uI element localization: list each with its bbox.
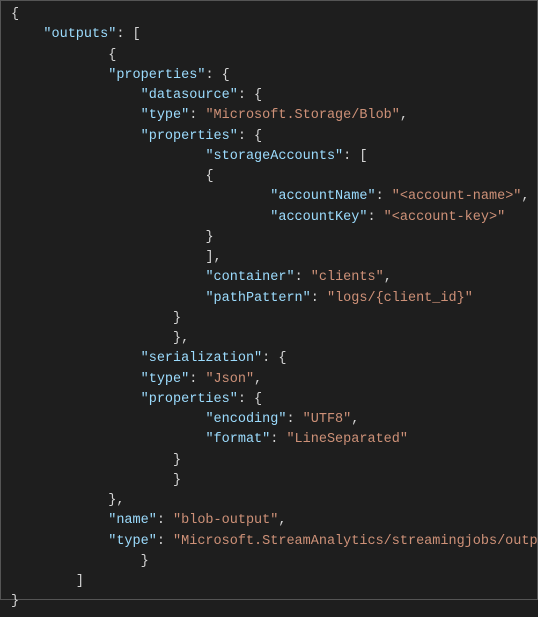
code-line: "format": "LineSeparated" [11,430,527,450]
json-punct: } [141,554,149,569]
json-key: "properties" [141,392,238,407]
json-punct: : { [238,88,262,103]
code-line: { [11,46,527,66]
json-punct: : [189,108,205,123]
code-line: } [11,471,527,491]
code-line: "properties": { [11,390,527,410]
code-line: "properties": { [11,127,527,147]
code-line: "properties": { [11,66,527,86]
json-key: "storageAccounts" [205,149,343,164]
code-line: "type": "Microsoft.StreamAnalytics/strea… [11,532,527,552]
code-line: "serialization": { [11,349,527,369]
json-punct: : { [238,392,262,407]
json-punct: , [384,270,392,285]
code-line: "accountKey": "<account-key>" [11,208,527,228]
json-string: "<account-key>" [384,210,506,225]
json-punct: , [278,513,286,528]
code-line: { [11,167,527,187]
json-punct: } [173,473,181,488]
json-key: "datasource" [141,88,238,103]
code-line: ], [11,248,527,268]
json-string: "clients" [311,270,384,285]
code-line: "pathPattern": "logs/{client_id}" [11,289,527,309]
json-punct: ], [205,250,221,265]
code-line: "accountName": "<account-name>", [11,187,527,207]
code-line: "storageAccounts": [ [11,147,527,167]
json-key: "properties" [108,68,205,83]
json-string: "Microsoft.Storage/Blob" [205,108,399,123]
code-line: } [11,592,527,612]
json-punct: } [173,311,181,326]
json-punct: , [254,372,262,387]
json-punct: : [157,513,173,528]
code-line: } [11,228,527,248]
json-key: "type" [108,534,157,549]
json-key: "properties" [141,129,238,144]
json-string: "blob-output" [173,513,278,528]
json-string: "Json" [205,372,254,387]
code-line: ] [11,572,527,592]
code-line: "datasource": { [11,86,527,106]
json-code-block: { "outputs": [ { "properties": { "dataso… [1,1,537,617]
json-key: "name" [108,513,157,528]
json-punct: : [367,210,383,225]
json-punct: : [295,270,311,285]
json-punct: } [205,230,213,245]
json-key: "format" [205,432,270,447]
json-key: "accountName" [270,189,375,204]
code-line: }, [11,329,527,349]
json-punct: }, [108,493,124,508]
json-string: "logs/{client_id}" [327,291,473,306]
code-line: "type": "Json", [11,370,527,390]
json-punct: : [ [116,27,140,42]
code-line: } [11,309,527,329]
json-key: "encoding" [205,412,286,427]
code-line: { [11,5,527,25]
json-punct: : { [262,351,286,366]
code-line: "outputs": [ [11,25,527,45]
code-line: "name": "blob-output", [11,511,527,531]
json-key: "serialization" [141,351,263,366]
json-punct: } [173,453,181,468]
json-punct: : { [205,68,229,83]
json-string: "UTF8" [303,412,352,427]
json-punct: { [108,48,116,63]
json-string: "LineSeparated" [286,432,408,447]
json-key: "accountKey" [270,210,367,225]
json-punct: : [157,534,173,549]
json-key: "type" [141,372,190,387]
json-punct: , [400,108,408,123]
json-string: "<account-name>" [392,189,522,204]
json-punct: , [521,189,529,204]
json-punct: : [ [343,149,367,164]
code-line: "container": "clients", [11,268,527,288]
code-line: "type": "Microsoft.Storage/Blob", [11,106,527,126]
json-punct: { [205,169,213,184]
json-punct: : [270,432,286,447]
code-line: } [11,552,527,572]
json-string: "Microsoft.StreamAnalytics/streamingjobs… [173,534,538,549]
json-punct: : [189,372,205,387]
json-key: "outputs" [43,27,116,42]
json-key: "container" [205,270,294,285]
json-punct: , [351,412,359,427]
json-punct: ] [76,574,84,589]
json-key: "pathPattern" [205,291,310,306]
json-punct: : { [238,129,262,144]
json-punct: : [311,291,327,306]
code-line: } [11,451,527,471]
json-punct: : [286,412,302,427]
code-line: "encoding": "UTF8", [11,410,527,430]
json-punct: } [11,594,19,609]
code-line: }, [11,491,527,511]
json-key: "type" [141,108,190,123]
json-punct: : [376,189,392,204]
json-punct: { [11,7,19,22]
json-punct: }, [173,331,189,346]
